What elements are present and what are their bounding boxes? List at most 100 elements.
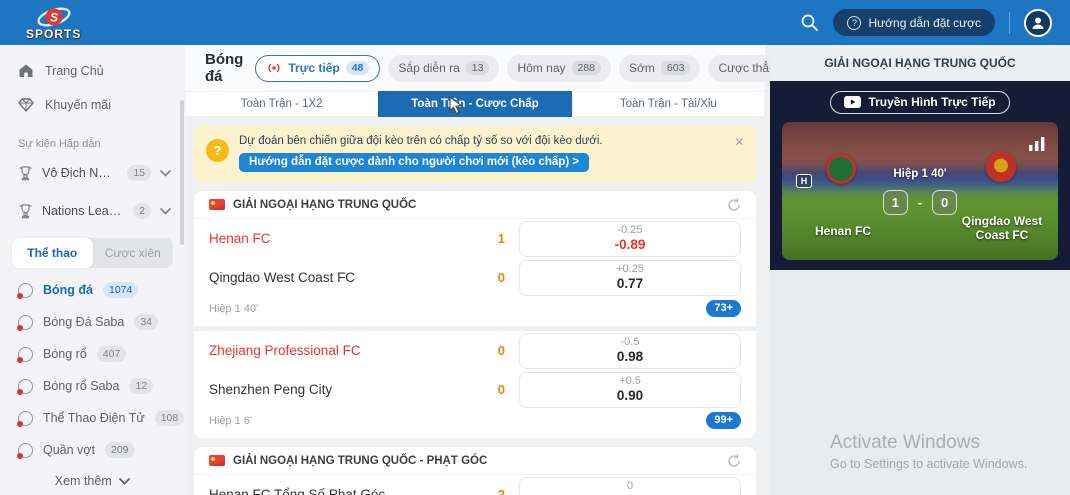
sidebar-scrollbar[interactable]	[180, 100, 184, 245]
refresh-icon[interactable]	[727, 198, 741, 212]
event-count-badge: 15	[127, 165, 151, 181]
handicap-line: -0.5	[621, 336, 640, 349]
handicap-odds-button[interactable]: 0 -0.83	[519, 477, 741, 495]
sidebar-item-label: Khuyến mãi	[45, 98, 111, 112]
handicap-line: +0.25	[616, 263, 644, 276]
market-tab-1x2[interactable]: Toàn Trận - 1X2	[185, 91, 378, 117]
tab-label: Trực tiếp	[288, 61, 339, 75]
sidebar-item-tennis[interactable]: Quần vợt 209	[0, 434, 185, 466]
tab-parlay[interactable]: Cược xiên	[93, 238, 174, 268]
esports-icon	[18, 411, 33, 426]
match-row: Qingdao West Coast FC 0 +0.25 0.77	[194, 258, 756, 297]
chevron-down-icon	[119, 478, 130, 485]
tab-today[interactable]: Hôm nay 288	[507, 55, 611, 82]
market-tab-bar: Toàn Trận - 1X2 Toàn Trận - Cược Chấp To…	[185, 91, 765, 117]
away-score-box: 0	[932, 190, 957, 215]
sidebar-item-label: Trang Chủ	[45, 64, 104, 78]
svg-text:S: S	[50, 11, 58, 25]
league-title: GIẢI NGOẠI HẠNG TRUNG QUỐC - PHẠT GÓC	[233, 455, 719, 467]
tab-label: Sắp diễn ra	[398, 61, 459, 75]
topbar-actions: ? Hướng dẫn đặt cược	[800, 9, 1052, 37]
tab-count: 13	[466, 61, 490, 75]
brand-logo[interactable]: S SPORTS	[26, 5, 81, 40]
event-item-nations-league[interactable]: Nations League 2	[0, 192, 185, 230]
sidebar-item-saba-basketball[interactable]: Bóng rổ Saba 12	[0, 370, 185, 402]
tab-sports[interactable]: Thể thao	[12, 238, 93, 268]
event-count-badge: 2	[133, 203, 151, 219]
sport-label: Bóng Đá Saba	[43, 315, 124, 329]
handicap-odds-button[interactable]: +0.5 0.90	[519, 372, 741, 408]
event-label: Vô Địch Nữ Châu...	[42, 166, 118, 180]
tab-count: 288	[572, 61, 602, 75]
live-stream-button[interactable]: Truyền Hình Trực Tiếp	[830, 91, 1009, 114]
sport-label: Bóng đá	[43, 283, 93, 297]
team-score: 1	[479, 231, 505, 246]
china-flag-icon	[209, 455, 225, 466]
tab-label: Sớm	[629, 61, 655, 75]
close-icon[interactable]: ×	[735, 134, 744, 152]
tab-upcoming[interactable]: Sắp diễn ra 13	[388, 55, 499, 82]
more-markets-badge[interactable]: 99+	[706, 412, 741, 429]
market-tab-handicap[interactable]: Toàn Trận - Cược Chấp	[378, 91, 571, 117]
team-score: 0	[479, 382, 505, 397]
user-account-button[interactable]	[1024, 9, 1052, 37]
topbar: S SPORTS ? Hướng dẫn đặt cược	[0, 0, 1070, 45]
sport-count-badge: 407	[97, 346, 127, 362]
mouse-cursor-icon	[448, 96, 465, 116]
app-body: Trang Chủ Khuyến mãi Sự kiện Hấp dẫn Vô …	[0, 45, 1070, 495]
team-score: 0	[479, 343, 505, 358]
sidebar-item-home[interactable]: Trang Chủ	[0, 53, 185, 88]
activate-windows-watermark: Activate Windows Go to Settings to activ…	[830, 432, 1027, 471]
live-panel-title: GIẢI NGOẠI HẠNG TRUNG QUỐC	[770, 45, 1070, 81]
team-name: Zhejiang Professional FC	[209, 343, 479, 358]
score-separator: -	[918, 196, 922, 210]
team-name: Qingdao West Coast FC	[209, 270, 479, 285]
handicap-line: 0	[627, 480, 633, 493]
match-row: Henan FC 1 -0.25 -0.89	[194, 219, 756, 258]
market-tab-overunder[interactable]: Toàn Trận - Tài/Xỉu	[572, 91, 765, 117]
user-icon	[1030, 15, 1046, 31]
handicap-odds-button[interactable]: -0.5 0.98	[519, 333, 741, 369]
match-row: Shenzhen Peng City 0 +0.5 0.90	[194, 370, 756, 409]
team-score: 0	[479, 270, 505, 285]
tab-count: 603	[661, 61, 691, 75]
sidebar-item-saba-football[interactable]: Bóng Đá Saba 34	[0, 306, 185, 338]
sidebar-item-basketball[interactable]: Bóng rổ 407	[0, 338, 185, 370]
show-more-button[interactable]: Xem thêm	[0, 466, 185, 495]
odds-value: 0.77	[617, 276, 643, 292]
page-title: Bóng đá	[205, 51, 243, 85]
chevron-down-icon	[160, 208, 171, 215]
china-flag-icon	[209, 199, 225, 210]
search-icon[interactable]	[800, 13, 819, 32]
trophy-icon	[18, 204, 33, 219]
watermark-line2: Go to Settings to activate Windows.	[830, 457, 1027, 471]
live-video-player[interactable]: H Hiệp 1 40' 1 - 0 Henan FC Qingdao West…	[782, 122, 1058, 260]
more-markets-badge[interactable]: 73+	[706, 300, 741, 317]
sport-count-badge: 209	[105, 442, 135, 458]
match-time: Hiệp 1 40'	[209, 303, 258, 315]
notice-guide-link[interactable]: Hướng dẫn đặt cược dành cho người chơi m…	[239, 153, 589, 172]
sport-count-badge: 108	[155, 410, 185, 426]
handicap-line: -0.25	[617, 224, 642, 237]
stats-icon[interactable]	[1028, 136, 1046, 152]
team-name: Shenzhen Peng City	[209, 382, 479, 397]
gem-icon	[18, 98, 34, 112]
handicap-odds-button[interactable]: +0.25 0.77	[519, 260, 741, 296]
live-stream-label: Truyền Hình Trực Tiếp	[868, 95, 995, 109]
tab-live[interactable]: Trực tiếp 48	[255, 55, 380, 82]
sidebar-item-football[interactable]: Bóng đá 1074	[0, 274, 185, 306]
tab-early[interactable]: Sớm 603	[619, 55, 700, 82]
event-item-womens-championship[interactable]: Vô Địch Nữ Châu... 15	[0, 154, 185, 192]
sidebar-item-promotions[interactable]: Khuyến mãi	[0, 88, 185, 122]
home-team-name: Henan FC	[784, 224, 902, 238]
league-title: GIẢI NGOẠI HẠNG TRUNG QUỐC	[233, 199, 719, 211]
live-panel: GIẢI NGOẠI HẠNG TRUNG QUỐC Truyền Hình T…	[770, 45, 1070, 495]
handicap-odds-button[interactable]: -0.25 -0.89	[519, 221, 741, 257]
play-icon	[844, 96, 861, 108]
betting-guide-button[interactable]: ? Hướng dẫn đặt cược	[833, 9, 995, 36]
sport-label: Quần vợt	[43, 443, 95, 457]
sidebar-item-esports[interactable]: Thể Thao Điện Tử 108	[0, 402, 185, 434]
match-footer: Hiệp 1 6' 99+	[194, 409, 756, 438]
refresh-icon[interactable]	[727, 454, 741, 468]
away-team-name: Qingdao West Coast FC	[946, 214, 1058, 242]
